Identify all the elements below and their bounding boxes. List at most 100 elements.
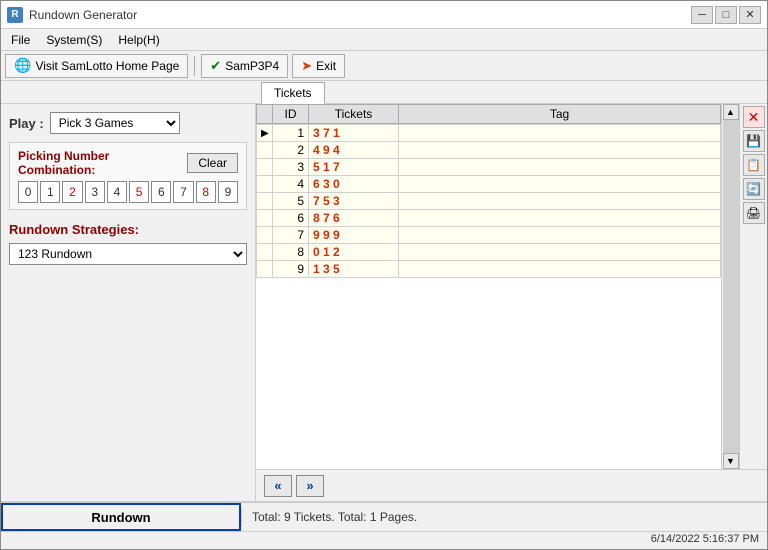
- title-bar: R Rundown Generator ─ □ ✕: [1, 1, 767, 29]
- main-window: R Rundown Generator ─ □ ✕ File System(S)…: [0, 0, 768, 550]
- row-tag: [399, 244, 721, 261]
- left-panel: Play : Pick 3 Games Pick 4 Games Picking…: [1, 104, 256, 501]
- row-arrow: [257, 176, 273, 193]
- number-header: Picking Number Combination: Clear: [18, 149, 238, 177]
- check-icon: ✔: [210, 58, 221, 74]
- scroll-up-btn[interactable]: ▲: [723, 104, 739, 120]
- exit-button[interactable]: ➤ Exit: [292, 54, 345, 78]
- table-scroll-body[interactable]: ▶13 7 124 9 435 1 746 3 057 5 368 7 679 …: [256, 124, 721, 469]
- home-button[interactable]: 🌐 Visit SamLotto Home Page: [5, 54, 188, 78]
- tab-tickets-label: Tickets: [274, 86, 312, 100]
- num-btn-7[interactable]: 7: [173, 181, 193, 203]
- play-select[interactable]: Pick 3 Games Pick 4 Games: [50, 112, 180, 134]
- row-arrow: [257, 261, 273, 278]
- row-arrow: [257, 193, 273, 210]
- tab-tickets[interactable]: Tickets: [261, 82, 325, 104]
- refresh-icon-btn[interactable]: 🔄: [743, 178, 765, 200]
- num-btn-5[interactable]: 5: [129, 181, 149, 203]
- row-id: 5: [273, 193, 309, 210]
- save-icon-btn[interactable]: 💾: [743, 130, 765, 152]
- row-id: 1: [273, 125, 309, 142]
- row-id: 6: [273, 210, 309, 227]
- row-ticket: 4 9 4: [309, 142, 399, 159]
- copy-icon-btn[interactable]: 📋: [743, 154, 765, 176]
- maximize-button[interactable]: □: [715, 6, 737, 24]
- rundown-button[interactable]: Rundown: [1, 503, 241, 531]
- play-label: Play :: [9, 116, 44, 131]
- table-row[interactable]: 80 1 2: [257, 244, 721, 261]
- scroll-track: [723, 120, 739, 453]
- table-row[interactable]: 57 5 3: [257, 193, 721, 210]
- number-section: Picking Number Combination: Clear 0 1 2 …: [9, 142, 247, 210]
- row-ticket: 0 1 2: [309, 244, 399, 261]
- bottom-bar: Rundown Total: 9 Tickets. Total: 1 Pages…: [1, 501, 767, 531]
- tickets-table-body: ▶13 7 124 9 435 1 746 3 057 5 368 7 679 …: [256, 124, 721, 278]
- next-page-button[interactable]: »: [296, 475, 324, 497]
- datetime-bar: 6/14/2022 5:16:37 PM: [1, 531, 767, 549]
- table-row[interactable]: 91 3 5: [257, 261, 721, 278]
- row-ticket: 7 5 3: [309, 193, 399, 210]
- row-ticket: 5 1 7: [309, 159, 399, 176]
- table-row[interactable]: 24 9 4: [257, 142, 721, 159]
- menu-file[interactable]: File: [5, 31, 36, 49]
- prev-page-button[interactable]: «: [264, 475, 292, 497]
- close-button[interactable]: ✕: [739, 6, 761, 24]
- num-btn-0[interactable]: 0: [18, 181, 38, 203]
- row-ticket: 8 7 6: [309, 210, 399, 227]
- row-tag: [399, 210, 721, 227]
- table-row[interactable]: 35 1 7: [257, 159, 721, 176]
- clear-button[interactable]: Clear: [187, 153, 238, 173]
- play-row: Play : Pick 3 Games Pick 4 Games: [9, 112, 247, 134]
- strategies-label: Rundown Strategies:: [9, 222, 247, 237]
- title-bar-left: R Rundown Generator: [7, 7, 137, 23]
- status-bar: Total: 9 Tickets. Total: 1 Pages.: [241, 508, 767, 526]
- num-btn-3[interactable]: 3: [85, 181, 105, 203]
- table-row[interactable]: 79 9 9: [257, 227, 721, 244]
- print-icon-btn[interactable]: 🖨: [743, 202, 765, 224]
- num-btn-9[interactable]: 9: [218, 181, 238, 203]
- num-btn-2[interactable]: 2: [62, 181, 82, 203]
- window-controls: ─ □ ✕: [691, 6, 761, 24]
- main-content: Play : Pick 3 Games Pick 4 Games Picking…: [1, 104, 767, 501]
- app-icon: R: [7, 7, 23, 23]
- home-label: Visit SamLotto Home Page: [35, 59, 179, 73]
- menu-bar: File System(S) Help(H): [1, 29, 767, 51]
- exit-label: Exit: [316, 59, 336, 73]
- col-arrow-header: [257, 105, 273, 124]
- row-tag: [399, 142, 721, 159]
- row-ticket: 9 9 9: [309, 227, 399, 244]
- tickets-inner: ID Tickets Tag: [256, 104, 721, 469]
- right-panel: ID Tickets Tag: [256, 104, 767, 501]
- row-tag: [399, 193, 721, 210]
- num-btn-8[interactable]: 8: [196, 181, 216, 203]
- minimize-button[interactable]: ─: [691, 6, 713, 24]
- row-arrow: [257, 142, 273, 159]
- scroll-down-btn[interactable]: ▼: [723, 453, 739, 469]
- menu-help[interactable]: Help(H): [112, 31, 165, 49]
- row-tag: [399, 261, 721, 278]
- picking-label: Picking Number Combination:: [18, 149, 187, 177]
- strategy-select[interactable]: 123 Rundown: [9, 243, 247, 265]
- tab-bar: Tickets: [1, 81, 767, 104]
- arrow-icon: ➤: [301, 58, 312, 74]
- row-id: 8: [273, 244, 309, 261]
- row-arrow: [257, 227, 273, 244]
- row-ticket: 3 7 1: [309, 125, 399, 142]
- table-row[interactable]: 68 7 6: [257, 210, 721, 227]
- samp3p4-button[interactable]: ✔ SamP3P4: [201, 54, 288, 78]
- num-btn-1[interactable]: 1: [40, 181, 60, 203]
- content-area: ID Tickets Tag: [256, 104, 767, 501]
- col-id-header: ID: [273, 105, 309, 124]
- num-btn-4[interactable]: 4: [107, 181, 127, 203]
- delete-icon-btn[interactable]: ✕: [743, 106, 765, 128]
- col-tag-header: Tag: [399, 105, 721, 124]
- table-row[interactable]: ▶13 7 1: [257, 125, 721, 142]
- row-id: 2: [273, 142, 309, 159]
- toolbar-separator: [194, 56, 195, 76]
- table-body: ▶13 7 124 9 435 1 746 3 057 5 368 7 679 …: [257, 125, 721, 278]
- num-btn-6[interactable]: 6: [151, 181, 171, 203]
- row-tag: [399, 227, 721, 244]
- table-row[interactable]: 46 3 0: [257, 176, 721, 193]
- row-id: 7: [273, 227, 309, 244]
- menu-system[interactable]: System(S): [40, 31, 108, 49]
